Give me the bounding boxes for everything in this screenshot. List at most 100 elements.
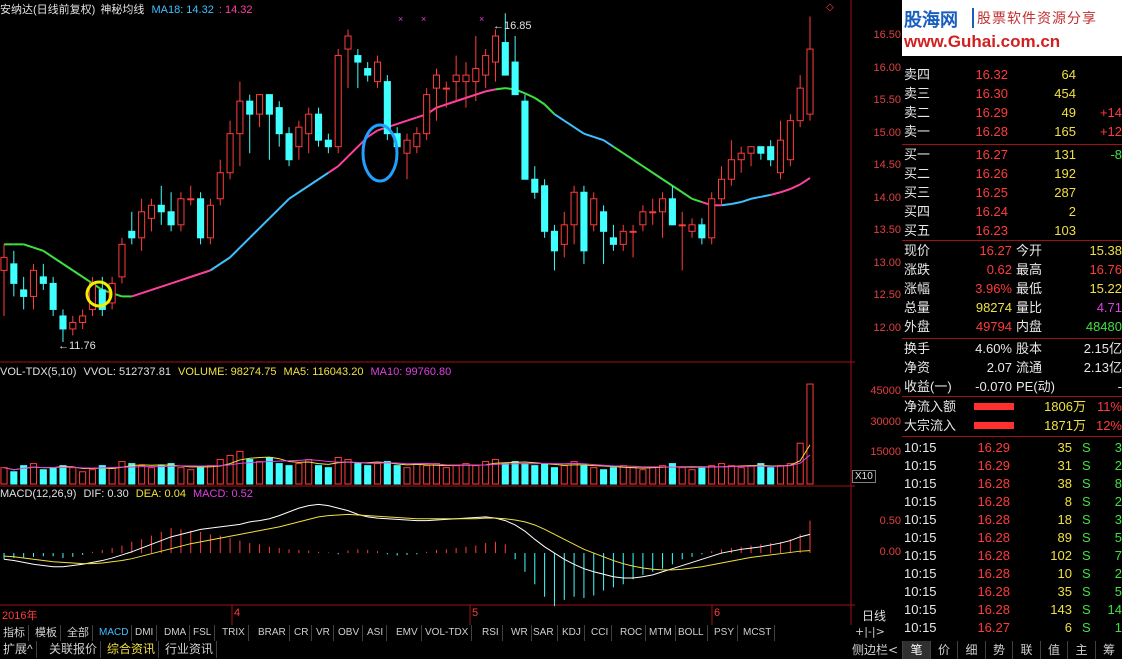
indicator-tab[interactable]: FSL [190, 625, 216, 641]
candle-body [344, 35, 352, 50]
indicator-toolbar: 指标 模板 全部 MACD DMI DMA FSL TRIX BRAR CR VR OBV ASI EMV… [0, 625, 902, 659]
indicator-tab[interactable]: SAR [530, 625, 558, 641]
indicator-tab[interactable]: MTM [646, 625, 676, 641]
indicator-tab[interactable]: EMV [393, 625, 422, 641]
quote-row: 总量 98274 量比 4.71 [902, 299, 1122, 317]
volume-bar [354, 463, 362, 485]
right-tab[interactable]: 价 [929, 641, 958, 659]
quote-row-cell: 49794 [975, 319, 1012, 334]
volume-bar [383, 461, 391, 485]
tick-row-cell: 6 [1064, 620, 1072, 635]
bottom-tab[interactable]: 综合资讯 [104, 641, 160, 658]
indicator-tab[interactable]: KDJ [559, 625, 585, 641]
indicator-tab[interactable]: 模板 [32, 625, 61, 641]
indicator-tab[interactable]: CR [291, 625, 313, 641]
date-label: 4 [234, 607, 241, 619]
bid-row-cell: 16.25 [975, 185, 1008, 200]
candle-body [197, 198, 205, 239]
macd-indicator-name[interactable]: MACD(12,26,9) [0, 488, 76, 500]
date-label: 2016年 [2, 610, 38, 622]
indicator-tab[interactable]: ASI [364, 625, 388, 641]
indicator-tab[interactable]: OBV [335, 625, 364, 641]
right-tab[interactable]: 联 [1012, 641, 1040, 659]
quote-row-cell: 现价 [904, 243, 931, 258]
right-tab[interactable]: 筹 [1094, 641, 1122, 659]
bottom-tab[interactable]: 关联报价 [46, 641, 102, 658]
candle-body [39, 276, 47, 284]
price-axis-label: 12.00 [873, 321, 901, 334]
indicator-tab[interactable]: PSY [711, 625, 739, 641]
indicator-tab[interactable]: BRAR [255, 625, 290, 641]
volume-bar [138, 465, 146, 485]
indicator-tab[interactable]: 全部 [64, 625, 93, 641]
finance-row-cell: 换手 [904, 341, 931, 356]
flow-row-cell: 12% [1095, 418, 1122, 433]
vol-indicator-name[interactable]: VOL-TDX(5,10) [0, 366, 76, 378]
candle-body [138, 211, 146, 239]
kline-chart[interactable]: × × × [0, 0, 855, 625]
candle-body [717, 178, 726, 200]
volume-bar [364, 465, 372, 485]
indicator-tab[interactable]: VR [313, 625, 334, 641]
volume-axis-label: 30000 [870, 415, 901, 428]
tick-row-cell: 10:15 [904, 530, 937, 545]
bottom-tab[interactable]: 行业资讯 [162, 641, 218, 658]
indicator-tab[interactable]: CCI [588, 625, 613, 641]
tick-row-cell: 16.29 [977, 458, 1010, 473]
indicator-tab[interactable]: BOLL [675, 625, 708, 641]
sidebar-toggle[interactable]: 侧边栏< [852, 641, 898, 658]
volume-bar [197, 467, 205, 485]
right-tab[interactable]: 值 [1039, 641, 1068, 659]
volume-bar [344, 459, 352, 485]
bottom-tab[interactable]: 扩展^ [0, 641, 37, 658]
candle-body [364, 68, 372, 76]
indicator-tab[interactable]: 指标 [0, 625, 29, 641]
tick-row-cell: 2 [1114, 566, 1122, 581]
indicator-tab[interactable]: TRIX [219, 625, 249, 641]
tick-row: 10:15 16.28 143 S 14 [902, 601, 1122, 619]
right-tab[interactable]: 细 [957, 641, 985, 659]
volume-axis: 45000 30000 15000 [855, 362, 902, 486]
right-tab[interactable]: 主 [1067, 641, 1095, 659]
indicator-tab[interactable]: WR [508, 625, 532, 641]
ask-row-cell: 卖二 [904, 105, 931, 120]
bid-row-cell: 16.26 [975, 166, 1008, 181]
price-axis-label: 13.00 [873, 256, 901, 269]
candle-body [206, 204, 214, 239]
expand-icon[interactable]: ◇ [826, 2, 834, 13]
candle-body [609, 237, 617, 245]
flow-row-cell: 1806万 [1044, 399, 1086, 414]
ask-row-cell: +14 [1099, 105, 1122, 120]
bid-row: 买五 16.23 103 [902, 222, 1122, 240]
candle-body [295, 126, 303, 148]
volume-bar [88, 469, 97, 485]
candle-body [373, 61, 382, 83]
tick-row-cell: 10:15 [904, 548, 937, 563]
indicator-tab[interactable]: DMI [132, 625, 158, 641]
bid-row-cell: 买二 [904, 166, 931, 181]
price-axis-label: 15.50 [873, 94, 901, 107]
quote-row-cell: 最低 [1016, 281, 1043, 296]
plus-minus-controls[interactable]: +|-|> [855, 625, 885, 638]
volume-axis-label: 15000 [870, 446, 901, 459]
quote-row-cell: 0.62 [986, 262, 1012, 277]
volume-bar [511, 461, 519, 485]
indicator-tab[interactable]: RSI [479, 625, 503, 641]
ask-row-cell: +12 [1099, 124, 1122, 139]
right-tab[interactable]: 势 [984, 641, 1013, 659]
indicator-tab[interactable]: MACD [96, 625, 133, 641]
candle-body [20, 289, 28, 297]
candle-body [147, 204, 155, 219]
indicator-tab[interactable]: MCST [740, 625, 776, 641]
candle-body [285, 133, 293, 161]
low-price-label: ←11.76 [58, 340, 96, 352]
candle-body [177, 198, 185, 226]
candle-body [256, 94, 264, 115]
right-tab[interactable]: 笔 [902, 641, 930, 659]
indicator-tab[interactable]: DMA [161, 625, 191, 641]
period-label[interactable]: 日线 [862, 607, 886, 624]
candle-body [737, 152, 745, 161]
indicator-tab[interactable]: VOL-TDX [422, 625, 473, 641]
candle-body [49, 282, 57, 310]
indicator-tab[interactable]: ROC [617, 625, 647, 641]
